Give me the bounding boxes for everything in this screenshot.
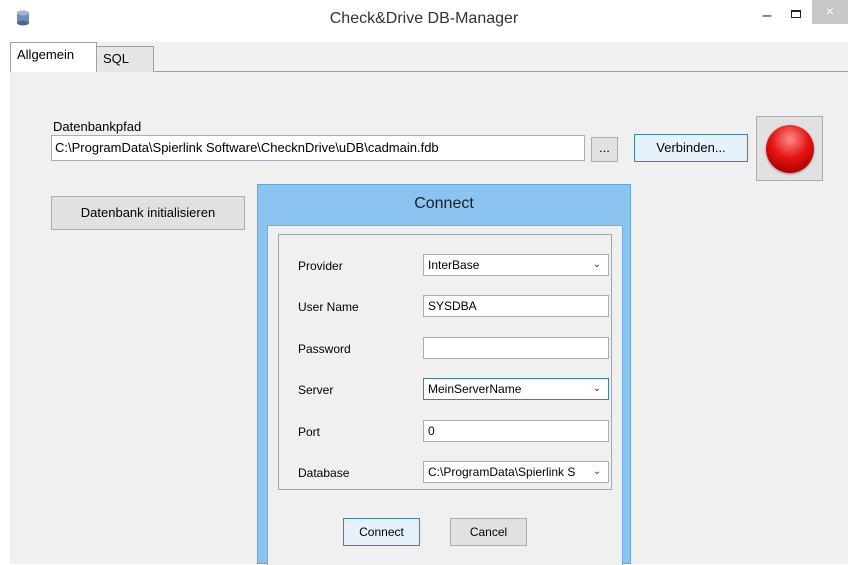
- minimize-button[interactable]: –: [754, 6, 780, 28]
- database-path-label: Datenbankpfad: [53, 119, 142, 134]
- window-title: Check&Drive DB-Manager: [329, 10, 519, 27]
- dialog-cancel-button[interactable]: Cancel: [450, 518, 527, 546]
- provider-value: InterBase: [428, 258, 480, 272]
- chevron-down-icon[interactable]: ⌄: [590, 379, 604, 399]
- close-button[interactable]: ×: [812, 0, 848, 24]
- server-label: Server: [298, 383, 334, 397]
- status-button[interactable]: [756, 116, 823, 181]
- server-select[interactable]: MeinServerName ⌄: [423, 378, 609, 400]
- port-input[interactable]: 0: [423, 420, 609, 442]
- dialog-body: Provider InterBase ⌄ User Name SYSDBA Pa…: [267, 225, 623, 565]
- database-value: C:\ProgramData\Spierlink S: [428, 465, 576, 479]
- tab-allgemein[interactable]: Allgemein: [10, 42, 97, 72]
- browse-button[interactable]: ...: [591, 137, 618, 162]
- connect-button[interactable]: Verbinden...: [634, 134, 748, 162]
- port-label: Port: [298, 425, 321, 439]
- dialog-connect-button[interactable]: Connect: [343, 518, 420, 546]
- database-path-input[interactable]: C:\ProgramData\Spierlink Software\Checkn…: [51, 135, 585, 161]
- user-name-label: User Name: [298, 300, 359, 314]
- chevron-down-icon[interactable]: ⌄: [590, 462, 604, 482]
- password-label: Password: [298, 342, 351, 356]
- maximize-button[interactable]: [783, 6, 809, 28]
- password-input[interactable]: [423, 337, 609, 359]
- connection-fields-group: Provider InterBase ⌄ User Name SYSDBA Pa…: [278, 234, 612, 490]
- initialize-database-button[interactable]: Datenbank initialisieren: [51, 196, 245, 230]
- database-select[interactable]: C:\ProgramData\Spierlink S ⌄: [423, 461, 609, 483]
- tab-sql[interactable]: SQL: [96, 46, 154, 72]
- status-light-icon: [766, 125, 814, 173]
- provider-label: Provider: [298, 259, 343, 273]
- server-value: MeinServerName: [428, 382, 522, 396]
- dialog-title: Connect: [414, 195, 474, 212]
- chevron-down-icon[interactable]: ⌄: [590, 255, 604, 275]
- provider-select[interactable]: InterBase ⌄: [423, 254, 609, 276]
- connect-dialog: Connect Provider InterBase ⌄ User Name S…: [257, 184, 631, 565]
- maximize-icon: [791, 10, 801, 18]
- user-name-input[interactable]: SYSDBA: [423, 295, 609, 317]
- database-label: Database: [298, 466, 350, 480]
